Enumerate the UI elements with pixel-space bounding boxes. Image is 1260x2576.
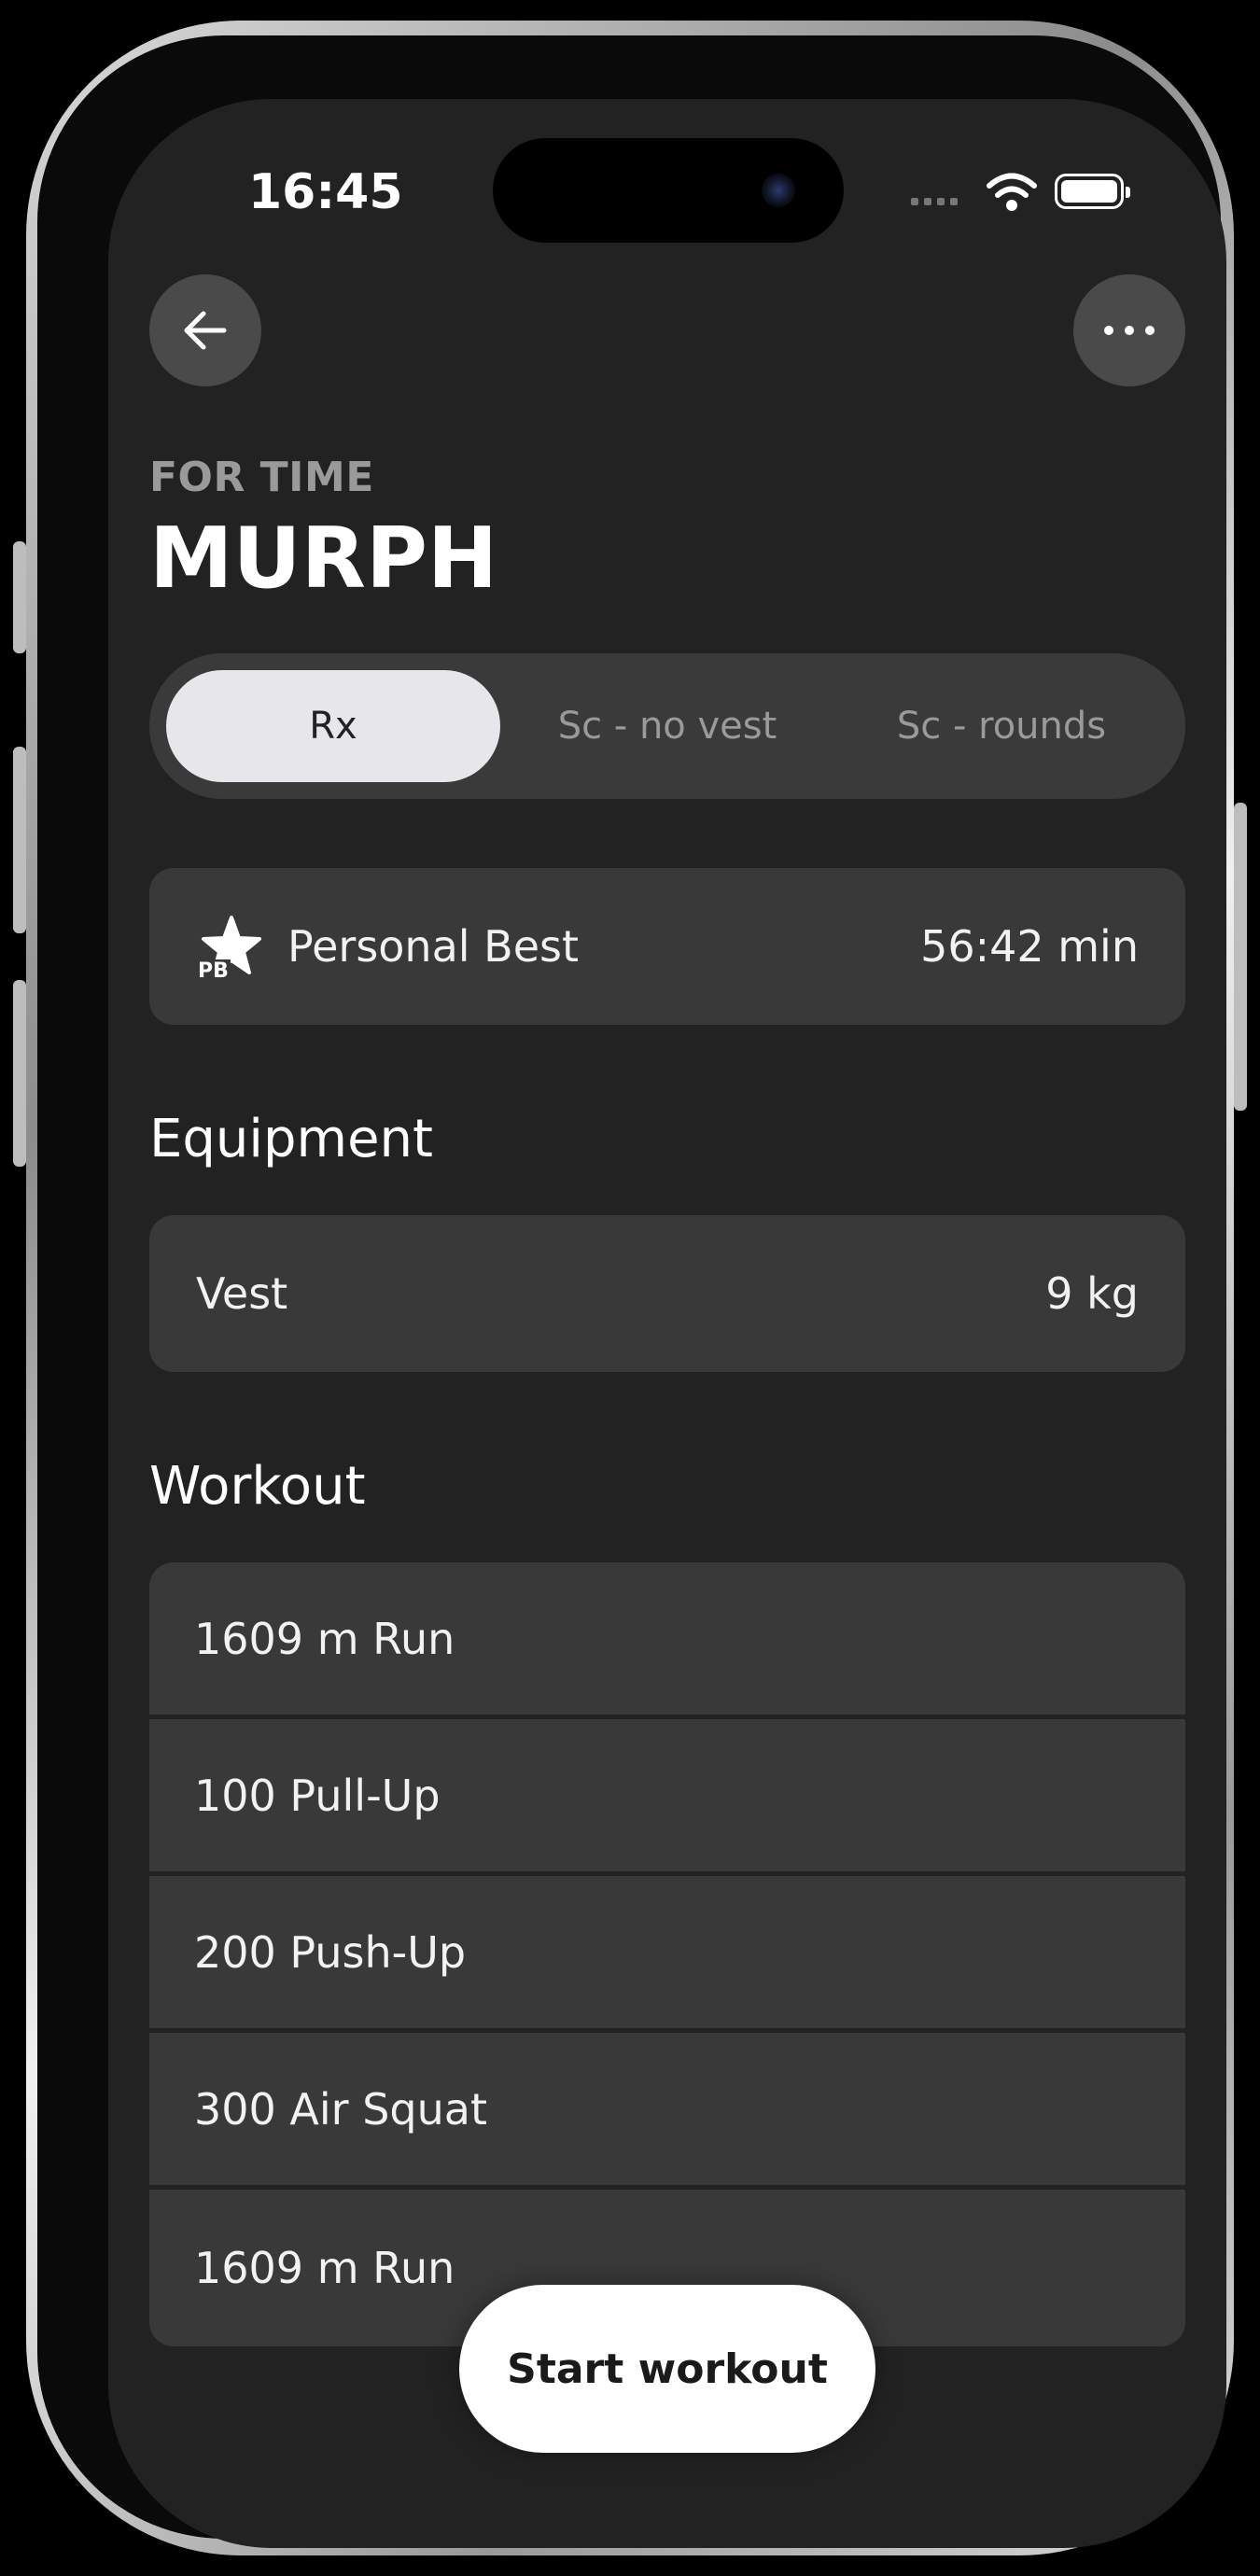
star-pb-icon: PB — [196, 914, 261, 983]
arrow-left-icon — [184, 311, 227, 350]
segment-sc-no-vest[interactable]: Sc - no vest — [500, 670, 834, 782]
equipment-item-value: 9 kg — [1045, 1268, 1139, 1319]
volume-down-button — [13, 980, 26, 1167]
equipment-section-title: Equipment — [149, 1109, 433, 1169]
segment-rx[interactable]: Rx — [166, 670, 500, 782]
workout-item[interactable]: 100 Pull-Up — [149, 1719, 1185, 1876]
power-button — [1234, 803, 1247, 1111]
segment-sc-rounds[interactable]: Sc - rounds — [834, 670, 1169, 782]
camera-icon — [762, 174, 795, 207]
personal-best-label: Personal Best — [287, 921, 580, 972]
page-title: MURPH — [149, 510, 498, 608]
workout-section-title: Workout — [149, 1456, 366, 1517]
pb-tag: PB — [196, 959, 231, 983]
screen: 16:45 FOR TIME MURPH Rx Sc - no vest Sc … — [108, 99, 1226, 2548]
phone-bezel: 16:45 FOR TIME MURPH Rx Sc - no vest Sc … — [37, 35, 1226, 2548]
variant-segmented-control: Rx Sc - no vest Sc - rounds — [149, 653, 1185, 799]
battery-icon — [1055, 174, 1130, 209]
volume-up-button — [13, 747, 26, 933]
workout-list: 1609 m Run 100 Pull-Up 200 Push-Up 300 A… — [149, 1562, 1185, 2346]
more-options-button[interactable] — [1073, 274, 1185, 386]
start-workout-button[interactable]: Start workout — [459, 2285, 875, 2453]
wifi-icon — [987, 173, 1037, 211]
personal-best-value: 56:42 min — [920, 921, 1139, 972]
workout-item[interactable]: 200 Push-Up — [149, 1876, 1185, 2033]
action-button — [13, 541, 26, 653]
workout-item[interactable]: 300 Air Squat — [149, 2033, 1185, 2190]
equipment-item-label: Vest — [196, 1268, 288, 1319]
dynamic-island — [493, 138, 844, 243]
cellular-signal-icon — [911, 198, 958, 205]
back-button[interactable] — [149, 274, 261, 386]
workout-type-label: FOR TIME — [149, 454, 374, 501]
status-time: 16:45 — [248, 164, 403, 220]
personal-best-card[interactable]: PB Personal Best 56:42 min — [149, 868, 1185, 1025]
workout-item[interactable]: 1609 m Run — [149, 1562, 1185, 1719]
equipment-item[interactable]: Vest 9 kg — [149, 1215, 1185, 1372]
more-horizontal-icon — [1104, 326, 1155, 335]
